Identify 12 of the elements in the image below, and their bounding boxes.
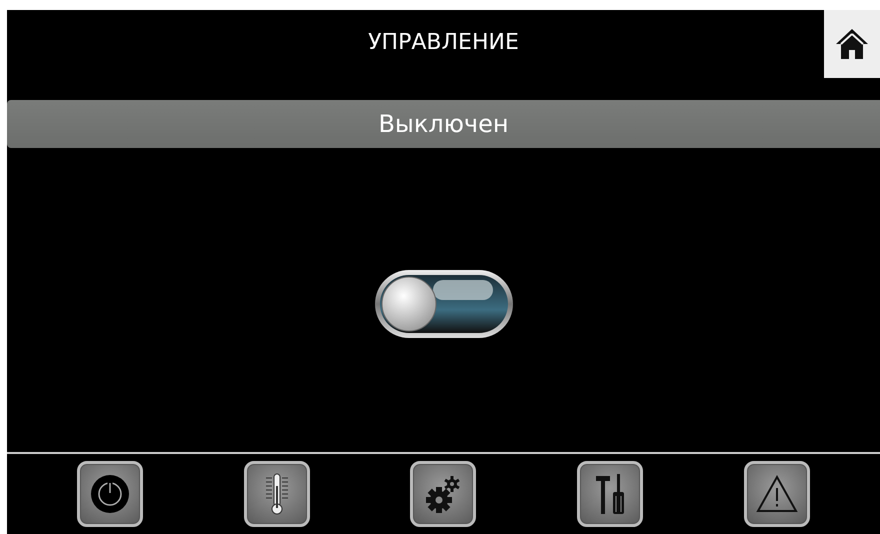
screen-title: УПРАВЛЕНИЕ: [368, 30, 519, 56]
warning-icon: [754, 474, 799, 514]
gears-button[interactable]: [410, 461, 476, 527]
home-icon: [834, 27, 870, 61]
warning-button[interactable]: [744, 461, 810, 527]
power-button[interactable]: [77, 461, 144, 527]
status-bar: Выключен: [7, 100, 880, 148]
power-icon: [90, 474, 130, 514]
gears-icon: [425, 474, 462, 514]
thermometer-button[interactable]: [244, 461, 310, 527]
home-button[interactable]: [824, 10, 880, 78]
tools-button[interactable]: [577, 461, 644, 527]
